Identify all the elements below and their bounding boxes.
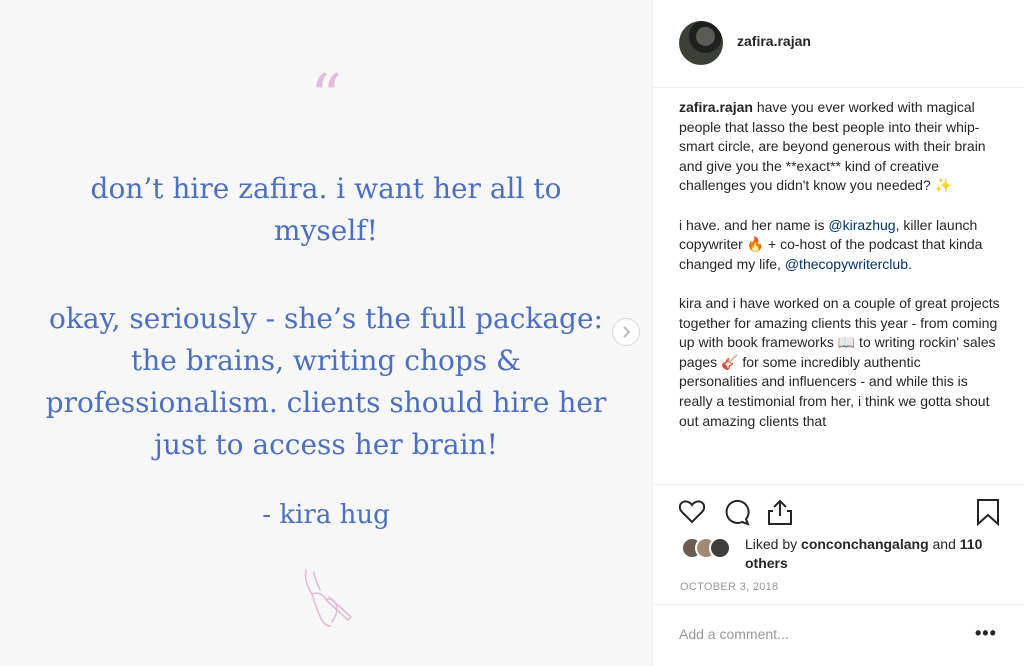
- liker-avatars: [681, 537, 741, 559]
- post-header: zafira.rajan: [653, 0, 1024, 88]
- caption-paragraph-3: kira and i have worked on a couple of gr…: [679, 294, 1003, 431]
- liker-username[interactable]: conconchangalang: [801, 536, 929, 552]
- caption-paragraph-1: zafira.rajan have you ever worked with m…: [679, 98, 1003, 196]
- action-bar: [653, 484, 1024, 536]
- post-side-panel: zafira.rajan zafira.rajan have you ever …: [652, 0, 1024, 666]
- hand-writing-icon: [304, 569, 352, 627]
- post-caption: zafira.rajan have you ever worked with m…: [679, 98, 1003, 484]
- header-username[interactable]: zafira.rajan: [737, 33, 811, 49]
- comment-input[interactable]: [679, 621, 959, 647]
- chevron-right-icon: [623, 326, 631, 338]
- guitar-emoji: 🎸: [721, 353, 739, 370]
- likes-text: Liked by conconchangalang and 110 others: [745, 535, 1011, 573]
- comment-icon[interactable]: [722, 497, 752, 527]
- caption-text: i have. and her name is: [679, 216, 829, 233]
- avatar[interactable]: [679, 21, 723, 65]
- likes-prefix: Liked by: [745, 536, 802, 552]
- more-options-icon[interactable]: •••: [975, 623, 1005, 647]
- sparkles-emoji: ✨: [934, 177, 953, 194]
- quote-text-2: okay, seriously - she’s the full package…: [45, 302, 607, 461]
- caption-text: .: [908, 255, 912, 272]
- mention-link[interactable]: @kirazhug: [828, 217, 895, 233]
- next-image-button[interactable]: [612, 318, 640, 346]
- post-date[interactable]: OCTOBER 3, 2018: [680, 581, 778, 593]
- quote-mark: “: [310, 60, 342, 133]
- quote-text-1: don’t hire zafira. i want her all to mys…: [90, 172, 562, 247]
- avatar[interactable]: [709, 537, 731, 559]
- quote-author: - kira hug: [262, 500, 390, 530]
- caption-paragraph-2: i have. and her name is @kirazhug, kille…: [679, 216, 1003, 275]
- post-image: “ don’t hire zafira. i want her all to m…: [0, 0, 652, 666]
- bookmark-icon[interactable]: [973, 497, 1003, 527]
- comment-bar: •••: [653, 604, 1024, 666]
- mention-link[interactable]: @thecopywriterclub: [785, 256, 908, 272]
- caption-username[interactable]: zafira.rajan: [679, 99, 753, 115]
- fire-emoji: 🔥: [746, 236, 765, 253]
- heart-icon[interactable]: [677, 497, 707, 527]
- likes-and: and: [928, 536, 960, 552]
- share-icon[interactable]: [765, 497, 795, 527]
- book-emoji: 📖: [837, 334, 856, 351]
